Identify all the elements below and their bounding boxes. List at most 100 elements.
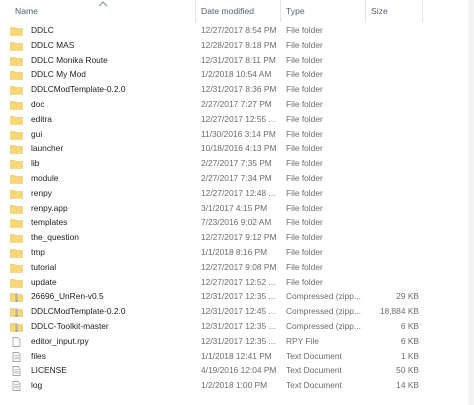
file-name: DDLC Monika Route — [31, 54, 108, 65]
folder-icon — [10, 218, 23, 229]
column-header-type[interactable]: Type — [281, 0, 365, 22]
file-row[interactable]: lib 2/27/2017 7:35 PM File folder — [0, 156, 474, 171]
file-size — [368, 275, 419, 290]
file-type: RPY File — [286, 335, 319, 346]
folder-icon — [10, 278, 23, 288]
file-row[interactable]: DDLC 12/27/2017 8:54 PM File folder — [0, 23, 474, 38]
folder-icon — [10, 248, 23, 258]
file-row[interactable]: templates 7/23/2016 9:02 AM File folder — [0, 215, 474, 230]
file-name: editra — [31, 113, 52, 124]
folder-icon — [10, 41, 23, 51]
file-name: renpy — [31, 187, 52, 198]
file-date-modified: 2/27/2017 7:27 PM — [201, 99, 272, 109]
file-name: renpy.app — [31, 202, 68, 213]
column-header-date-modified[interactable]: Date modified — [196, 0, 280, 22]
file-type: File folder — [286, 261, 323, 272]
file-date-modified: 2/27/2017 7:34 PM — [201, 173, 272, 183]
file-type: File folder — [286, 84, 323, 95]
file-name: tutorial — [31, 261, 57, 272]
column-divider[interactable] — [422, 0, 423, 22]
file-date-modified: 4/19/2016 12:04 PM — [201, 365, 277, 376]
file-name: LICENSE — [31, 365, 67, 376]
file-row[interactable]: log 1/2/2018 1:00 PM Text Document 14 KB — [0, 378, 474, 393]
window-edge — [468, 0, 474, 405]
file-date-modified: 12/31/2017 8:36 PM — [201, 84, 277, 95]
file-name: DDLCModTemplate-0.2.0 — [31, 84, 126, 95]
file-type: Compressed (zipp... — [286, 291, 361, 302]
file-date-modified: 12/31/2017 12:35 ... — [201, 291, 276, 302]
file-row[interactable]: 26696_UnRen-v0.5 12/31/2017 12:35 ... Comp… — [0, 289, 474, 304]
text-file-icon — [10, 366, 23, 377]
file-row[interactable]: update 12/27/2017 12:52 ... File folder — [0, 275, 474, 290]
file-size — [368, 171, 419, 186]
folder-icon — [10, 115, 23, 125]
file-row[interactable]: the_question 12/27/2017 9:12 PM File folde… — [0, 230, 474, 245]
file-type: File folder — [286, 202, 323, 213]
file-size — [368, 67, 419, 82]
file-type: File folder — [286, 173, 323, 183]
file-row[interactable]: launcher 10/18/2016 4:13 PM File folder — [0, 141, 474, 156]
file-size — [368, 186, 419, 201]
file-row[interactable]: files 1/1/2018 12:41 PM Text Document 1 KB — [0, 349, 474, 364]
file-row[interactable]: doc 2/27/2017 7:27 PM File folder — [0, 97, 474, 112]
file-row[interactable]: DDLC My Mod 1/2/2018 10:54 AM File folder — [0, 67, 474, 82]
folder-icon — [10, 26, 23, 36]
file-size: 6 KB — [400, 335, 419, 346]
file-name: launcher — [31, 143, 64, 154]
sort-ascending-icon — [98, 1, 108, 7]
file-row[interactable]: DDLCModTemplate-0.2.0 12/31/2017 8:36 PM F… — [0, 82, 474, 97]
file-name: lib — [31, 158, 40, 169]
file-row[interactable]: editra 12/27/2017 12:55 ... File folder — [0, 112, 474, 127]
file-size — [368, 230, 419, 245]
zip-folder-icon — [10, 307, 23, 317]
file-row[interactable]: renpy 12/27/2017 12:48 ... File folder — [0, 186, 474, 201]
file-row[interactable]: renpy.app 3/1/2017 4:15 PM File folder — [0, 201, 474, 216]
file-name: update — [31, 276, 57, 287]
file-explorer-window: Name Date modified Type Size DDLC 12/27/2… — [0, 0, 474, 405]
file-row[interactable]: tutorial 12/27/2017 9:08 PM File folder — [0, 260, 474, 275]
file-date-modified: 12/27/2017 8:54 PM — [201, 25, 277, 35]
file-date-modified: 12/27/2017 12:55 ... — [201, 113, 276, 124]
file-date-modified: 12/28/2017 8:18 PM — [201, 39, 277, 50]
file-type: File folder — [286, 69, 323, 80]
file-date-modified: 1/1/2018 12:41 PM — [201, 350, 272, 361]
file-name: DDLCModTemplate-0.2.0 — [31, 306, 126, 317]
file-row[interactable]: editor_input.rpy 12/31/2017 12:35 ... RPY … — [0, 334, 474, 349]
zip-folder-icon — [10, 322, 23, 332]
folder-icon — [10, 100, 23, 110]
file-type: File folder — [286, 99, 323, 109]
file-type: Compressed (zipp... — [286, 321, 361, 331]
file-type: File folder — [286, 113, 323, 124]
file-date-modified: 12/31/2017 12:35 ... — [201, 335, 276, 346]
file-date-modified: 7/23/2016 9:02 AM — [201, 217, 272, 228]
file-row[interactable]: LICENSE 4/19/2016 12:04 PM Text Document 50… — [0, 363, 474, 378]
folder-icon — [10, 85, 23, 95]
file-size — [368, 141, 419, 156]
file-size — [368, 97, 419, 112]
file-row[interactable]: DDLCModTemplate-0.2.0 12/31/2017 12:45 ..… — [0, 304, 474, 319]
file-icon — [10, 336, 23, 347]
file-date-modified: 2/27/2017 7:35 PM — [201, 158, 272, 169]
file-row[interactable]: DDLC-Toolkit-master 12/31/2017 12:35 ... C… — [0, 319, 474, 334]
file-size — [368, 260, 419, 275]
file-size — [368, 245, 419, 260]
file-row[interactable]: DDLC Monika Route 12/31/2017 8:11 PM File … — [0, 53, 474, 68]
file-row[interactable]: tmp 1/1/2018 8:16 PM File folder — [0, 245, 474, 260]
file-size: 14 KB — [396, 380, 419, 391]
file-row[interactable]: DDLC MAS 12/28/2017 8:18 PM File folder — [0, 38, 474, 53]
file-date-modified: 1/2/2018 1:00 PM — [201, 380, 268, 391]
file-size: 50 KB — [396, 365, 419, 376]
file-date-modified: 1/2/2018 10:54 AM — [201, 69, 272, 80]
file-name: DDLC MAS — [31, 39, 75, 50]
file-date-modified: 12/31/2017 8:11 PM — [201, 54, 276, 65]
file-type: File folder — [286, 247, 323, 257]
folder-icon — [10, 174, 23, 184]
file-date-modified: 11/30/2016 3:14 PM — [201, 128, 276, 139]
file-date-modified: 1/1/2018 8:16 PM — [201, 247, 268, 257]
file-name: DDLC — [31, 25, 54, 35]
column-header-size[interactable]: Size — [366, 0, 422, 22]
file-row[interactable]: gui 11/30/2016 3:14 PM File folder — [0, 127, 474, 142]
file-date-modified: 12/27/2017 9:12 PM — [201, 232, 277, 243]
file-type: File folder — [286, 128, 323, 139]
file-row[interactable]: module 2/27/2017 7:34 PM File folder — [0, 171, 474, 186]
